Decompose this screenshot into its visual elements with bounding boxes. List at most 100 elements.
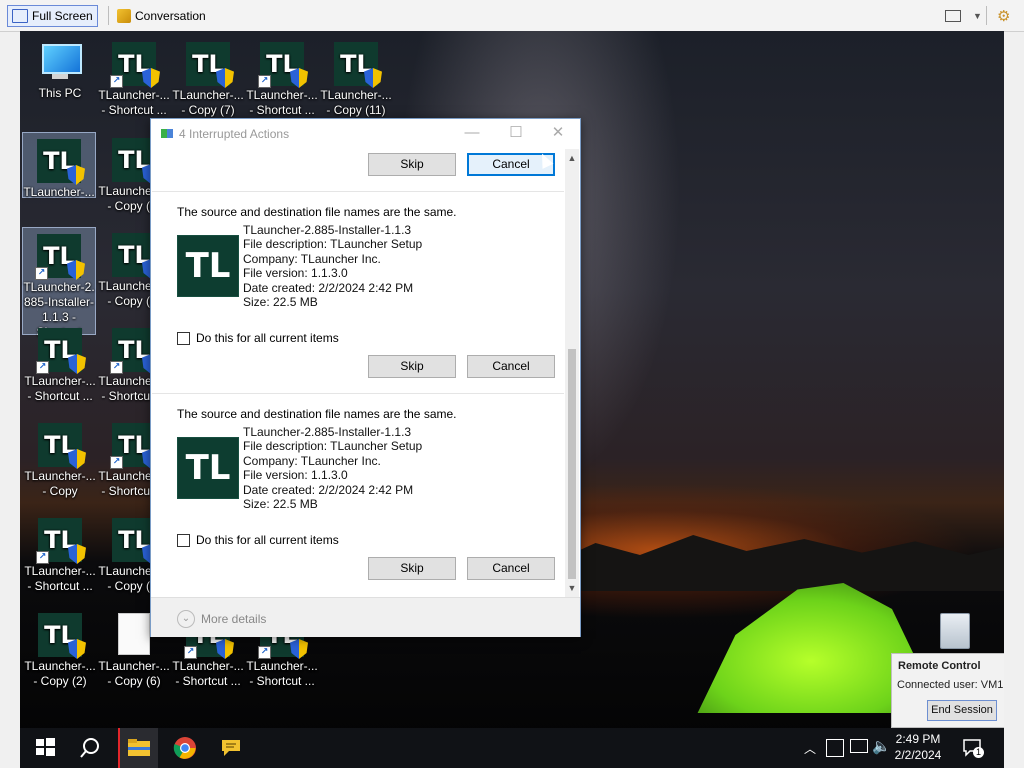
full-screen-icon [12, 9, 28, 23]
chevron-down-icon: ▼ [973, 11, 982, 21]
action-center-button[interactable]: 1 [962, 737, 984, 758]
settings-button[interactable]: ⚙ [992, 5, 1015, 27]
computer-icon [38, 44, 82, 82]
taskbar-conversation[interactable] [219, 736, 243, 760]
conversation-button[interactable]: Conversation [112, 5, 211, 27]
document-icon [118, 613, 150, 655]
tlauncher-icon: TL [38, 423, 86, 469]
tlauncher-icon: TL↗ [110, 42, 160, 88]
file-size: Size: 22.5 MB [243, 295, 318, 310]
volume-muted-icon[interactable]: 🔈 [872, 737, 891, 768]
chat-icon [222, 740, 240, 756]
show-hidden-icons-button[interactable]: ︿ [804, 740, 816, 768]
cancel-button[interactable]: Cancel [467, 355, 555, 378]
chevron-down-icon: ⌄ [177, 610, 195, 628]
toolbar-divider [986, 6, 987, 25]
network-icon[interactable] [850, 739, 868, 753]
remote-control-panel: Remote Control Connected user: VM1 End S… [891, 653, 1004, 728]
conflict-message: The source and destination file names ar… [177, 205, 457, 219]
tray-teamviewer-icon[interactable] [826, 739, 844, 757]
recycle-bin-icon [940, 613, 970, 649]
taskbar-file-explorer[interactable] [118, 728, 158, 768]
do-for-all-checkbox[interactable]: Do this for all current items [177, 533, 339, 547]
file-description: File description: TLauncher Setup [243, 237, 423, 252]
tlauncher-icon: TL↗ [36, 328, 86, 374]
search-icon [80, 738, 99, 758]
tlauncher-icon: TL↗ [36, 518, 86, 564]
dialog-scrollbar[interactable]: ▲ ▼ [565, 149, 579, 597]
file-size: Size: 22.5 MB [243, 497, 318, 512]
desktop-icon-tlauncher-shortcut[interactable]: TL↗ TLauncher-... - Shortcut ... [24, 322, 96, 404]
folder-icon [128, 739, 150, 756]
file-info: TLauncher-2.885-Installer-1.1.3 File des… [243, 425, 422, 511]
file-date-created: Date created: 2/2/2024 2:42 PM [243, 482, 414, 497]
file-company: Company: TLauncher Inc. [243, 251, 381, 266]
monitor-switch-button[interactable]: ▼ [940, 5, 987, 27]
desktop-icon-tlauncher[interactable]: TL TLauncher-... [22, 132, 96, 199]
desktop-icon-recycle-bin[interactable] [938, 611, 972, 651]
tlauncher-icon: TL [186, 42, 234, 88]
file-date-created: Date created: 2/2/2024 2:42 PM [243, 280, 414, 295]
taskbar-chrome[interactable] [173, 736, 197, 760]
desktop-icon-tlauncher-copy-2[interactable]: TL TLauncher-... - Copy (2) [24, 607, 96, 689]
start-button[interactable] [34, 736, 58, 760]
search-button[interactable] [78, 736, 102, 760]
file-info: TLauncher-2.885-Installer-1.1.3 File des… [243, 223, 422, 309]
close-button[interactable]: ✕ [543, 123, 573, 143]
scroll-up-icon[interactable]: ▲ [565, 151, 579, 165]
tlauncher-file-icon: TL [177, 437, 239, 499]
file-operation-icon [161, 129, 173, 138]
tlauncher-icon: TL↗ [35, 234, 85, 280]
taskbar: ︿ 🔈 2:49 PM 2/2/2024 1 [20, 728, 1004, 768]
skip-button[interactable]: Skip [368, 557, 456, 580]
notification-badge: 1 [973, 747, 984, 758]
do-for-all-checkbox[interactable]: Do this for all current items [177, 331, 339, 345]
chevron-up-icon: ︿ [804, 742, 817, 756]
toolbar-divider [108, 6, 109, 25]
file-version: File version: 1.1.3.0 [243, 468, 348, 483]
interrupted-actions-dialog: 4 Interrupted Actions — ☐ ✕ Skip Cancel … [150, 118, 581, 637]
tlauncher-icon: TL↗ [258, 42, 308, 88]
desktop-icon-this-pc[interactable]: This PC [24, 36, 96, 101]
desktop-icon-tlauncher-shortcut[interactable]: TL↗ TLauncher-... - Shortcut ... [24, 512, 96, 594]
top-skip-button[interactable]: Skip [368, 153, 456, 176]
file-description: File description: TLauncher Setup [243, 439, 423, 454]
desktop-icon-tlauncher-installer-shortcut[interactable]: TL ↗ TLauncher-2. 885-Installer- 1.1.3 - … [22, 227, 96, 339]
conversation-icon [117, 9, 131, 23]
monitor-icon [945, 10, 961, 22]
desktop-icon-tlauncher-shortcut[interactable]: TL↗ TLauncher-... - Shortcut ... [246, 36, 318, 118]
minimize-button[interactable]: — [457, 123, 487, 143]
tlauncher-file-icon: TL [177, 235, 239, 297]
file-company: Company: TLauncher Inc. [243, 453, 381, 468]
dialog-title: 4 Interrupted Actions [179, 127, 290, 141]
end-session-button[interactable]: End Session [927, 700, 997, 721]
desktop-icon-tlauncher-shortcut[interactable]: TL↗ TLauncher-... - Shortcut ... [98, 36, 170, 118]
maximize-button[interactable]: ☐ [501, 123, 531, 143]
scrollbar-thumb[interactable] [568, 349, 576, 579]
file-name: TLauncher-2.885-Installer-1.1.3 [243, 223, 412, 237]
gear-icon: ⚙ [997, 8, 1011, 25]
file-name: TLauncher-2.885-Installer-1.1.3 [243, 425, 412, 439]
uac-shield-icon [67, 165, 85, 185]
dialog-titlebar: 4 Interrupted Actions — ☐ ✕ [151, 119, 580, 149]
windows-icon [36, 738, 55, 756]
file-version: File version: 1.1.3.0 [243, 266, 348, 281]
checkbox-box[interactable] [177, 331, 190, 345]
scroll-down-icon[interactable]: ▼ [565, 581, 579, 595]
desktop-icon-tlauncher-copy-11[interactable]: TL TLauncher-... - Copy (11) [320, 36, 392, 118]
checkbox-box[interactable] [177, 533, 190, 547]
remote-toolbar: Full Screen Conversation ▼ ⚙ [0, 0, 1024, 32]
tlauncher-icon: TL [334, 42, 382, 88]
skip-button[interactable]: Skip [368, 355, 456, 378]
shortcut-arrow-icon: ↗ [35, 267, 48, 280]
desktop-icon-tlauncher-copy-7[interactable]: TL TLauncher-... - Copy (7) [172, 36, 244, 118]
more-details-toggle[interactable]: ⌄ More details [177, 610, 266, 628]
conflict-message: The source and destination file names ar… [177, 407, 457, 421]
desktop-icon-tlauncher-copy[interactable]: TL TLauncher-... - Copy [24, 417, 96, 499]
chrome-icon [173, 737, 196, 759]
cancel-button[interactable]: Cancel [467, 557, 555, 580]
full-screen-button[interactable]: Full Screen [7, 5, 98, 27]
tlauncher-icon: TL [37, 139, 85, 185]
clock[interactable]: 2:49 PM 2/2/2024 [890, 731, 946, 768]
section-divider [152, 393, 564, 394]
